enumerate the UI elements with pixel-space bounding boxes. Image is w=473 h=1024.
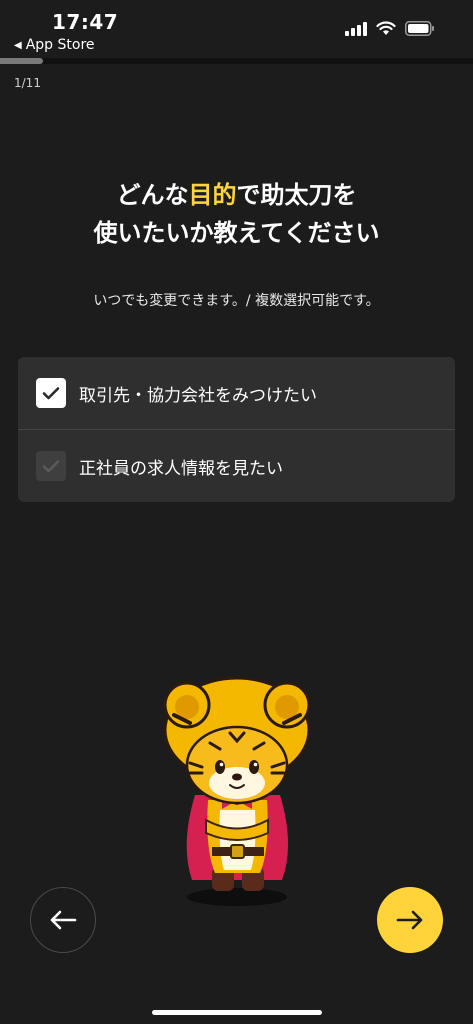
option-job-listings[interactable]: 正社員の求人情報を見たい <box>18 429 455 502</box>
step-counter: 1/11 <box>14 76 41 90</box>
subtitle: いつでも変更できます。/ 複数選択可能です。 <box>93 293 380 309</box>
page-title: どんな目的で助太刀を 使いたいか教えてください <box>0 176 473 252</box>
progress-fill <box>0 58 43 64</box>
checkmark-icon <box>42 460 60 473</box>
purpose-options-card: 取引先・協力会社をみつけたい 正社員の求人情報を見たい <box>18 357 455 502</box>
next-button[interactable] <box>377 887 443 953</box>
battery-icon <box>405 21 434 36</box>
option-find-partners[interactable]: 取引先・協力会社をみつけたい <box>18 357 455 429</box>
status-icons <box>345 21 435 36</box>
back-button[interactable] <box>30 887 96 953</box>
arrow-left-icon <box>50 910 77 930</box>
home-indicator[interactable] <box>152 1010 322 1015</box>
title-accent-text: 目的 <box>188 181 237 209</box>
option-label: 正社員の求人情報を見たい <box>79 458 283 479</box>
back-triangle-icon: ◀ <box>14 39 22 51</box>
progress-bar <box>0 58 473 64</box>
status-time: 17:47 <box>52 10 119 34</box>
title-text-pre: どんな <box>116 181 189 209</box>
back-to-app-store-link[interactable]: ◀ App Store <box>14 37 95 53</box>
option-label: 取引先・協力会社をみつけたい <box>79 385 317 406</box>
title-line-2: 使いたいか教えてください <box>93 219 380 247</box>
title-line-1: どんな目的で助太刀を <box>0 176 473 214</box>
cellular-signal-icon <box>345 21 367 36</box>
title-text-post: で助太刀を <box>236 181 357 209</box>
tiger-mascot-illustration <box>163 676 311 906</box>
wifi-icon <box>376 21 396 35</box>
checkbox-unchecked[interactable] <box>36 451 66 481</box>
checkbox-checked[interactable] <box>36 378 66 408</box>
back-app-label: App Store <box>25 37 95 53</box>
arrow-right-icon <box>396 910 423 930</box>
onboarding-screen: 17:47 ◀ App Store 1/11 どんな目的で助太刀を 使いたいか教… <box>0 0 473 1024</box>
checkmark-icon <box>42 387 60 400</box>
